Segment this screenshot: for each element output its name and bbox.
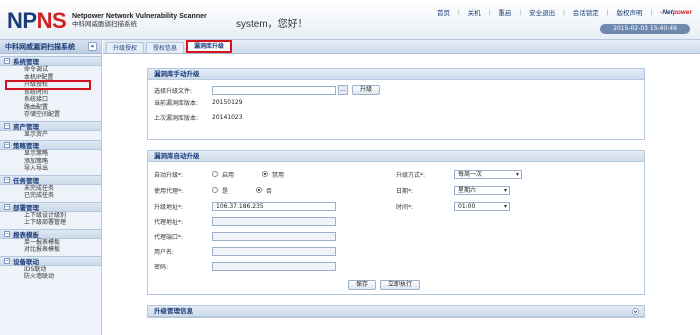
tab-vuln-db-upgrade[interactable]: 漏洞库升级 [186, 40, 233, 53]
upgrade-mode-select[interactable]: 每周一次 [454, 169, 522, 179]
upgrade-day-label: 日期*: [396, 187, 414, 195]
proxy-address-input[interactable] [212, 216, 336, 226]
username-label: 用户名: [154, 248, 175, 256]
nav-shutdown[interactable]: 关机 [468, 7, 481, 17]
nav-restart[interactable]: 重启 [498, 7, 511, 17]
sidebar-item-deploy-manage[interactable]: 上下级部署管理 [0, 219, 101, 227]
radio-on-icon [256, 187, 263, 193]
last-version-label: 上次漏洞库版本: [154, 114, 199, 122]
upgrade-day-select[interactable]: 星期六 [454, 185, 510, 195]
sidebar-item-show-policy[interactable]: 显示策略 [0, 150, 101, 158]
product-name: Netpower Network Vulnerability Scanner 中… [72, 13, 207, 29]
use-proxy-label: 使用代理*: [154, 187, 184, 195]
auto-upgrade-label: 自动升级*: [154, 171, 184, 179]
current-version-label: 当前漏洞库版本: [154, 99, 199, 107]
sidebar-title: 中科网威漏洞扫描系统 « [0, 40, 101, 54]
radio-off-icon [212, 171, 218, 177]
file-label: 选择升级文件: [154, 87, 193, 95]
expand-icon: − [4, 203, 10, 210]
upgrade-time-select[interactable]: 01:00 [454, 201, 510, 211]
system-datetime: 2015-02-03 15:40:49 [600, 24, 690, 34]
sidebar-item-unfinished-tasks[interactable]: 未完成任务 [0, 185, 101, 193]
nav-lock[interactable]: 会话锁定 [573, 7, 599, 17]
auto-upgrade-title: 漏洞库自动升级 [148, 151, 644, 162]
sidebar-item-storage-config[interactable]: 存储空间配置 [0, 111, 101, 119]
sidebar-group-linkage[interactable]: − 设备联动 [0, 255, 101, 266]
sidebar-item-deploy-level[interactable]: 上下级设计级别 [0, 212, 101, 220]
proxy-no-radio[interactable]: 否 [256, 186, 272, 195]
proxy-address-label: 代理地址*: [154, 218, 184, 226]
auto-enable-radio[interactable]: 启用 [212, 170, 234, 179]
sidebar-item-firewall-linkage[interactable]: 防火墙联动 [0, 273, 101, 281]
upgrade-info-title[interactable]: 升级管理信息 [148, 306, 644, 317]
radio-on-icon [262, 171, 269, 177]
proxy-port-input[interactable] [212, 231, 336, 241]
upgrade-mode-label: 升级方式*: [396, 171, 426, 179]
sidebar-item-upgrade-license[interactable]: 升级授权 [0, 80, 101, 90]
save-button[interactable]: 保存 [348, 280, 377, 290]
proxy-port-label: 代理端口*: [154, 233, 184, 241]
user-greeting: system，您好！ [236, 19, 308, 30]
browse-button[interactable]: … [338, 85, 348, 95]
sidebar-group-tasks[interactable]: − 任务管理 [0, 174, 101, 185]
username-input[interactable] [212, 246, 336, 256]
app-header: NPNS Netpower Network Vulnerability Scan… [0, 0, 700, 40]
proxy-yes-radio[interactable]: 是 [212, 186, 228, 195]
sidebar-item-single-report[interactable]: 单一报表模板 [0, 239, 101, 247]
tab-upgrade-license[interactable]: 升级授权 [106, 42, 145, 53]
upgrade-address-input[interactable]: 106.37.186.235 [212, 201, 336, 211]
sidebar-item-ids-linkage[interactable]: IDS联动 [0, 266, 101, 274]
sidebar-item-compare-report[interactable]: 对比报表模板 [0, 246, 101, 254]
run-now-button[interactable]: 立即执行 [380, 280, 421, 290]
highlight-box [5, 80, 91, 90]
sidebar-group-deploy[interactable]: − 部署管理 [0, 201, 101, 212]
sidebar-item-add-policy[interactable]: 添加策略 [0, 158, 101, 166]
upgrade-file-input[interactable] [212, 85, 336, 95]
expand-panel-icon[interactable] [632, 308, 639, 315]
sidebar: 中科网威漏洞扫描系统 « − 系统管理 命令调试 本机IP配置 升级授权 系统时间… [0, 40, 102, 335]
sidebar-item-command-debug[interactable]: 命令调试 [0, 66, 101, 74]
expand-icon: − [4, 230, 10, 237]
sidebar-group-reports[interactable]: − 报表模板 [0, 228, 101, 239]
manual-upgrade-title: 漏洞库手动升级 [148, 69, 644, 80]
expand-icon: − [4, 58, 10, 64]
sidebar-group-assets[interactable]: − 资产管理 [0, 120, 101, 131]
tab-bar: 升级授权 授权信息 漏洞库升级 [103, 40, 700, 54]
nav-copyright[interactable]: 版权声明 [616, 7, 642, 17]
password-input[interactable] [212, 261, 336, 271]
last-version-value: 20141023 [212, 113, 243, 121]
sidebar-group-policy[interactable]: − 策略管理 [0, 140, 101, 150]
main-area: 升级授权 授权信息 漏洞库升级 漏洞库手动升级 选择升级文件: … 升级 当前漏… [103, 40, 700, 335]
expand-icon: − [4, 176, 10, 183]
sidebar-item-route-config[interactable]: 路由配置 [0, 104, 101, 112]
sidebar-item-system-interface[interactable]: 系统接口 [0, 96, 101, 104]
upgrade-time-label: 时间*: [396, 203, 414, 211]
current-version-value: 20150129 [212, 98, 243, 106]
product-name-cn: 中科网威脆弱扫描系统 [72, 21, 137, 28]
collapse-sidebar-button[interactable]: « [88, 42, 97, 51]
tab-license-info[interactable]: 授权信息 [146, 42, 185, 53]
upgrade-button[interactable]: 升级 [352, 85, 381, 95]
nav-logout[interactable]: 安全退出 [529, 7, 555, 17]
manual-upgrade-panel: 漏洞库手动升级 选择升级文件: … 升级 当前漏洞库版本: 20150129 上… [147, 68, 645, 140]
sidebar-item-show-assets[interactable]: 显示资产 [0, 131, 101, 139]
expand-icon: − [4, 122, 10, 129]
auto-upgrade-panel: 漏洞库自动升级 自动升级*: 启用 禁用 使用代理*: 是 否 升级地址*: 1… [147, 150, 645, 295]
auto-disable-radio[interactable]: 禁用 [262, 170, 284, 179]
sidebar-group-system[interactable]: − 系统管理 [0, 56, 101, 66]
nav-home[interactable]: 首页 [437, 7, 450, 17]
upgrade-info-panel: 升级管理信息 [147, 305, 645, 318]
netpower-brand-logo: -Netpower [660, 8, 692, 16]
radio-off-icon [212, 187, 218, 193]
npns-logo: NPNS [7, 8, 67, 33]
expand-icon: − [4, 142, 10, 148]
sidebar-item-import-export[interactable]: 导入导出 [0, 165, 101, 173]
upgrade-address-label: 升级地址*: [154, 203, 184, 211]
content-area: 漏洞库手动升级 选择升级文件: … 升级 当前漏洞库版本: 20150129 上… [147, 68, 645, 328]
expand-icon: − [4, 257, 10, 264]
top-nav: 首页 | 关机 | 重启 | 安全退出 | 会话锁定 | 版权声明 | -Net… [436, 7, 692, 18]
product-name-en: Netpower Network Vulnerability Scanner [72, 13, 207, 20]
password-label: 密码: [154, 263, 169, 271]
sidebar-item-finished-tasks[interactable]: 已完成任务 [0, 192, 101, 200]
